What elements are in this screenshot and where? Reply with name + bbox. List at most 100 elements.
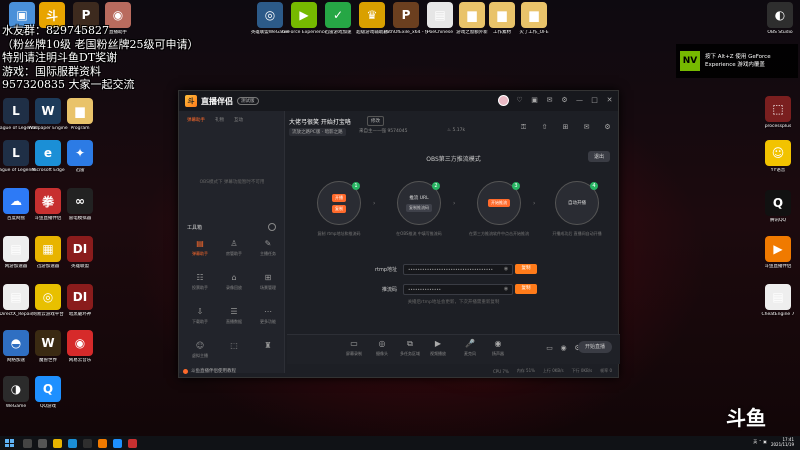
toolbox-title: 工具箱 <box>187 225 203 231</box>
minimize-icon[interactable]: — <box>575 96 584 105</box>
notice-line: （粉丝牌10级 老国粉丝牌25级可申请） <box>2 37 199 51</box>
explorer-icon[interactable] <box>53 438 62 448</box>
rtmp-field[interactable]: •••••••••••••••••••••••••••••••••••• <box>403 263 513 275</box>
system-tray[interactable]: 英 ⌃ ▣ 17:41 2021/11/19 <box>753 437 794 447</box>
task-view-icon[interactable] <box>38 438 47 448</box>
geforce-toast[interactable]: NV 按下 Alt+Z 使用 GeForce Experience 游戏内覆盖 <box>676 44 798 78</box>
video-button[interactable]: ▶ 视频播放 <box>425 339 451 357</box>
tool-icon: ▤ <box>196 239 204 248</box>
lock-icon[interactable]: ⚿ <box>519 123 528 132</box>
tool-item[interactable]: ☷ 投票助手 <box>183 273 217 291</box>
tool-item[interactable]: ⇩ 下载助手 <box>183 307 217 325</box>
douyu-icon[interactable] <box>98 438 107 448</box>
settings-icon[interactable]: ⚙ <box>560 96 569 105</box>
share-icon[interactable]: ⇧ <box>540 123 549 132</box>
chat-icon[interactable]: ✉ <box>582 123 591 132</box>
screen-record-button[interactable]: ▭ 屏幕录制 <box>341 339 367 357</box>
search-icon[interactable] <box>23 438 32 448</box>
start-live-button[interactable]: 开始直播 <box>578 341 612 353</box>
shortcut-icon: DI <box>67 236 93 262</box>
close-icon[interactable]: ✕ <box>605 96 614 105</box>
tool-item[interactable]: ♙ 房管助手 <box>217 239 251 257</box>
obs-icon[interactable] <box>83 438 92 448</box>
tool-item[interactable]: ⌂ 录像回放 <box>217 273 251 291</box>
tab-interact[interactable]: 互动 <box>234 117 243 123</box>
tool-label: 主播任务 <box>260 251 276 256</box>
shortcut-label: 迅游加速器 <box>36 264 60 269</box>
tab-gift[interactable]: 礼物 <box>215 117 224 123</box>
eye-icon[interactable]: ◉ <box>501 286 511 292</box>
desktop-shortcut[interactable]: ▤ CheatEngine 7 <box>756 284 800 317</box>
eye-icon[interactable]: ◉ <box>501 266 511 272</box>
desktop-shortcut[interactable]: ◐ OBS Studio <box>758 2 800 35</box>
room-category[interactable]: 流放之路PC版 · 暗影之路 <box>289 128 346 136</box>
desktop-shortcut[interactable]: ▶ 斗鱼直播伴侣 <box>756 236 800 269</box>
app-name: 直播伴侣 <box>201 96 233 106</box>
shortcut-icon: ▶ <box>765 236 791 262</box>
desktop-shortcut[interactable]: ▆ Program <box>58 98 102 131</box>
exit-obs-button[interactable]: 退出 <box>587 151 610 162</box>
tool-item[interactable]: ♜ <box>251 341 285 353</box>
desktop-shortcut[interactable]: ✦ 迅雷 <box>58 140 102 173</box>
shortcut-label: 魔兽世界 <box>39 358 57 363</box>
tool-item[interactable]: ⊞ 场景管理 <box>251 273 285 291</box>
desktop-shortcut[interactable]: ∞ 雷电模拟器 <box>58 188 102 221</box>
arrow-icon: › <box>373 200 376 207</box>
eye-icon[interactable]: ◉ <box>559 344 568 353</box>
tool-item[interactable]: ✎ 主播任务 <box>251 239 285 257</box>
stream-key-field[interactable]: •••••••••••••• <box>403 283 513 295</box>
tool-item[interactable]: ⋯ 更多功能 <box>251 307 285 325</box>
app-titlebar[interactable]: 斗 直播伴侣 测试版 ♡ ▣ ✉ ⚙ — □ ✕ <box>179 91 618 111</box>
tool-label: 弹幕助手 <box>192 251 208 256</box>
arrow-icon: › <box>453 200 456 207</box>
status-fps: 帧率 0 <box>600 368 612 373</box>
tool-item[interactable]: ☺ 虚拟主播 <box>183 341 217 359</box>
desktop-shortcut[interactable]: ⬚ processplus <box>756 96 800 129</box>
game-icon[interactable] <box>128 438 137 448</box>
shortcut-icon: ◉ <box>67 330 93 356</box>
step-badge: 2 <box>432 182 440 190</box>
room-settings-icon[interactable]: ⚙ <box>603 123 612 132</box>
windows-start-icon[interactable] <box>4 438 16 448</box>
maximize-icon[interactable]: □ <box>590 96 599 105</box>
desktop-shortcut[interactable]: DI 暗黑破坏神 <box>58 284 102 317</box>
clock[interactable]: 17:41 2021/11/19 <box>771 437 794 447</box>
speaker-button[interactable]: ◉ 扬声器 <box>485 339 511 357</box>
desktop-shortcut[interactable]: Q 腾讯QQ <box>756 190 800 223</box>
skin-icon[interactable]: ▣ <box>530 96 539 105</box>
desktop-shortcut[interactable]: ☺ YY语音 <box>756 140 800 173</box>
layout-icon[interactable]: ⊞ <box>561 123 570 132</box>
tool-item[interactable]: ⬚ <box>217 341 251 353</box>
edge-icon[interactable] <box>68 438 77 448</box>
tray-icons[interactable]: 英 ⌃ ▣ <box>753 439 767 445</box>
shortcut-label: YY语音 <box>770 168 786 173</box>
multitask-button[interactable]: ⧉ 多任务区域 <box>397 339 423 357</box>
favorite-icon[interactable]: ♡ <box>515 96 524 105</box>
shortcut-icon: ☺ <box>765 140 791 166</box>
tab-danmu[interactable]: 弹幕助手 <box>187 117 205 123</box>
tool-icon: ☰ <box>230 307 238 316</box>
qq-icon[interactable] <box>113 438 122 448</box>
camera-button[interactable]: ◎ 摄像头 <box>369 339 395 357</box>
mic-button[interactable]: 🎤 麦克风 <box>457 339 483 357</box>
obs-mode-title: OBS第三方推流模式 <box>426 156 481 163</box>
video-icon[interactable]: ▭ <box>545 344 554 353</box>
toolbox-toggle[interactable] <box>268 223 276 231</box>
copy-key-button[interactable]: 复制 <box>515 284 537 294</box>
edit-title-button[interactable]: 修改 <box>367 116 384 126</box>
screen-icon: ▭ <box>350 339 358 348</box>
desktop-shortcut[interactable]: DI 英雄联盟 <box>58 236 102 269</box>
tool-item[interactable]: ☰ 直播数据 <box>217 307 251 325</box>
copy-rtmp-button[interactable]: 复制 <box>515 264 537 274</box>
desktop-shortcut[interactable]: ◉ 网易云音乐 <box>58 330 102 363</box>
shortcut-label: WeGame <box>5 404 27 409</box>
shortcut-label: 英雄联盟 <box>71 264 89 269</box>
user-avatar[interactable] <box>498 95 509 106</box>
message-icon[interactable]: ✉ <box>545 96 554 105</box>
shortcut-label: OBS Studio <box>767 30 793 35</box>
tutorial-link[interactable]: 斗鱼直播伴侣使用教程 <box>179 363 285 379</box>
shortcut-icon: ✓ <box>325 2 351 28</box>
desktop-shortcut[interactable]: ▆ 火了工作_OFE <box>512 2 556 35</box>
desktop-shortcut[interactable]: Q QQ游戏 <box>26 376 70 409</box>
tool-item[interactable]: ▤ 弹幕助手 <box>183 239 217 257</box>
